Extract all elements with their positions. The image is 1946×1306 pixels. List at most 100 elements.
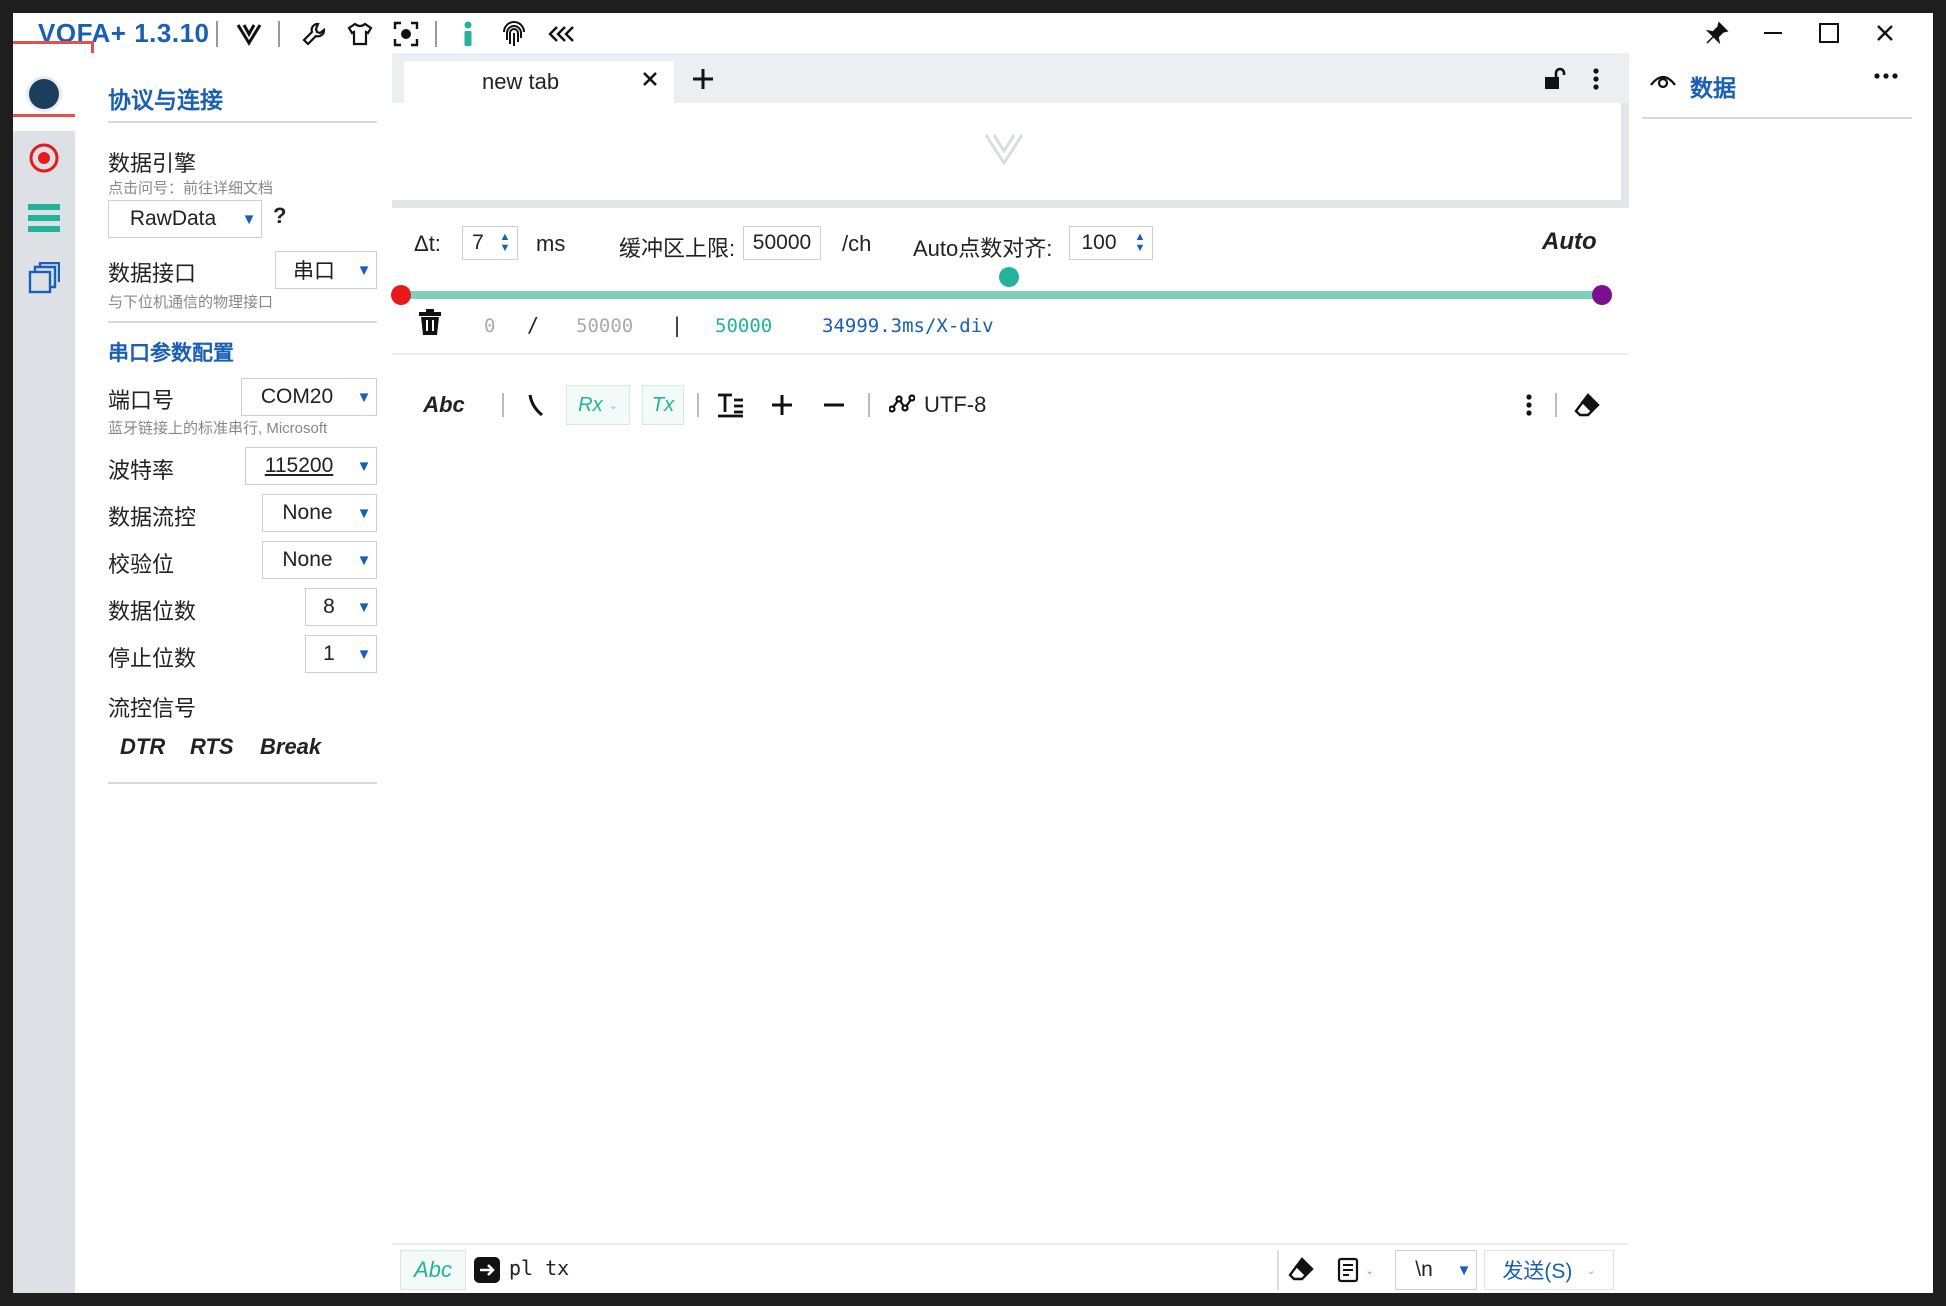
interface-label: 数据接口 [108, 261, 197, 286]
console-output[interactable] [392, 438, 1629, 1258]
vofa-watermark-icon [982, 125, 1026, 170]
logo-v-icon[interactable] [232, 17, 266, 51]
engine-hint: 点击问号：前往详细文档 [108, 180, 274, 197]
panel-more-icon[interactable] [1873, 67, 1899, 85]
range-slider-track[interactable] [400, 291, 1612, 299]
zoom-in-icon[interactable] [765, 385, 799, 425]
toolbar-divider [278, 21, 280, 47]
toolbar-divider [697, 393, 699, 417]
newline-value: \n [1415, 1258, 1433, 1281]
section-title-protocol: 协议与连接 [108, 87, 223, 113]
interface-select[interactable]: 串口 ▼ [275, 251, 377, 289]
divider [1642, 117, 1912, 119]
buffer-input[interactable]: 50000 [743, 226, 821, 260]
send-button[interactable]: 发送(S) ⌄ [1484, 1250, 1614, 1290]
engine-value: RawData [129, 207, 217, 230]
send-format-abc-button[interactable]: Abc [400, 1250, 466, 1290]
port-select[interactable]: COM20 ▼ [241, 378, 377, 416]
port-value: COM20 [260, 385, 334, 408]
flow-select[interactable]: None ▼ [262, 494, 377, 532]
shirt-icon[interactable] [343, 17, 377, 51]
abc-format-button[interactable]: Abc [414, 385, 474, 425]
pin-icon[interactable] [1689, 13, 1745, 53]
maximize-button[interactable] [1801, 13, 1857, 53]
minimize-button[interactable] [1745, 13, 1801, 53]
range-start-handle[interactable] [391, 285, 411, 305]
interface-value: 串口 [293, 260, 335, 283]
fingerprint-icon[interactable] [497, 17, 531, 51]
console-more-icon[interactable] [1514, 385, 1544, 425]
rts-toggle[interactable]: RTS [190, 734, 234, 760]
chevron-down-icon: ⌄ [1586, 1264, 1596, 1277]
send-input[interactable]: pl tx [509, 1256, 569, 1280]
databits-select[interactable]: 8 ▼ [305, 588, 377, 626]
tab-more-icon[interactable] [1592, 67, 1600, 96]
chevron-down-icon: ▼ [1456, 1261, 1472, 1279]
unlock-icon[interactable] [1542, 67, 1566, 96]
dt-unit: ms [536, 231, 566, 256]
windows-icon[interactable] [13, 247, 75, 309]
dtr-toggle[interactable]: DTR [120, 734, 165, 760]
count-total: 50000 [576, 315, 634, 337]
baud-select[interactable]: 115200 ▼ [245, 447, 377, 485]
range-mid-handle[interactable] [999, 267, 1019, 287]
record-icon[interactable] [13, 127, 75, 189]
count-bar: | [671, 313, 684, 337]
databits-label: 数据位数 [108, 599, 197, 624]
stopbits-select[interactable]: 1 ▼ [305, 635, 377, 673]
encoding-label[interactable]: UTF-8 [924, 385, 994, 425]
engine-select[interactable]: RawData ▼ [108, 200, 262, 238]
send-enter-icon[interactable] [474, 1257, 500, 1288]
dt-label: Δt: [414, 231, 441, 256]
history-icon[interactable]: ⌄ [1337, 1257, 1374, 1283]
close-button[interactable] [1857, 13, 1913, 53]
encoding-icon[interactable] [887, 385, 917, 425]
data-panel-title: 数据 [1690, 75, 1736, 101]
range-end-handle[interactable] [1592, 285, 1612, 305]
chevron-down-icon: ▼ [356, 457, 372, 475]
list-icon[interactable] [13, 187, 75, 249]
align-label: Auto点数对齐: [913, 236, 1053, 261]
section-title-serial: 串口参数配置 [108, 342, 234, 365]
break-toggle[interactable]: Break [260, 734, 321, 760]
chevron-down-icon: ▼ [241, 210, 257, 228]
chevron-down-icon: ▼ [356, 388, 372, 406]
newline-select[interactable]: \n ▼ [1395, 1250, 1477, 1290]
protocol-sidebar: 协议与连接 数据引擎 点击问号：前往详细文档 RawData ▼ ? 数据接口 串… [75, 53, 392, 1293]
div-info: 34999.3ms/X-div [822, 315, 994, 337]
collapse-icon[interactable] [544, 17, 578, 51]
toolbar-divider [1555, 393, 1557, 417]
tx-toggle[interactable]: Tx [642, 385, 684, 425]
wrench-icon[interactable] [297, 17, 331, 51]
plot-scrollbar[interactable] [1621, 103, 1629, 200]
dt-spinbox[interactable]: 7 ▲ ▼ [462, 226, 518, 260]
align-spinbox[interactable]: 100 ▲ ▼ [1069, 226, 1153, 260]
eye-icon[interactable] [1649, 69, 1677, 98]
trash-icon[interactable] [418, 309, 442, 340]
rx-toggle[interactable]: Rx ⌄ [566, 385, 630, 425]
divider [392, 353, 1629, 355]
clear-eraser-icon[interactable] [1570, 385, 1604, 425]
text-format-icon[interactable] [712, 385, 748, 425]
tab-new[interactable]: new tab [404, 61, 674, 103]
auto-button[interactable]: Auto [1542, 228, 1597, 256]
buffer-label: 缓冲区上限: [619, 236, 736, 261]
toolbar-divider [502, 393, 504, 417]
engine-help-button[interactable]: ? [273, 203, 286, 229]
info-icon[interactable] [451, 17, 485, 51]
stopbits-label: 停止位数 [108, 646, 197, 671]
parity-select[interactable]: None ▼ [262, 541, 377, 579]
spin-arrows-icon: ▲ ▼ [499, 231, 511, 254]
zoom-out-icon[interactable] [817, 385, 851, 425]
send-clear-eraser-icon[interactable] [1288, 1257, 1314, 1286]
tab-close-icon[interactable] [642, 71, 658, 92]
timestamp-icon[interactable] [520, 385, 550, 425]
add-tab-icon[interactable] [692, 68, 714, 95]
chevron-down-icon: ⌄ [608, 399, 618, 412]
count-current: 0 [484, 315, 496, 337]
screenshot-icon[interactable] [389, 17, 423, 51]
baud-label: 波特率 [108, 458, 175, 483]
parity-label: 校验位 [108, 552, 175, 577]
flow-label: 数据流控 [108, 505, 197, 530]
baud-value: 115200 [264, 454, 334, 477]
